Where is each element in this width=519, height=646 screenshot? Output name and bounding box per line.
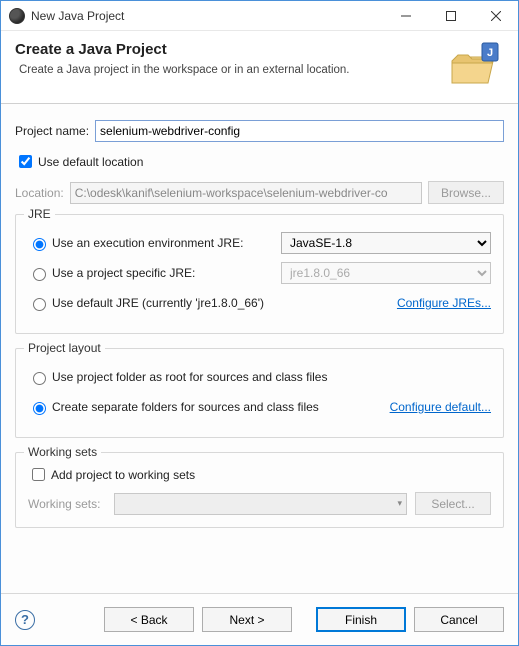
use-default-location-row: Use default location [15, 152, 504, 171]
minimize-button[interactable] [383, 1, 428, 30]
add-to-working-sets-checkbox[interactable] [32, 468, 45, 481]
browse-button: Browse... [428, 181, 504, 204]
jre-specific-label: Use a project specific JRE: [52, 266, 195, 280]
use-default-location-checkbox[interactable] [19, 155, 32, 168]
working-sets-group: Working sets Add project to working sets… [15, 452, 504, 528]
layout-separate-radio[interactable] [33, 402, 46, 415]
working-sets-label: Working sets: [28, 497, 100, 511]
dialog-window: New Java Project Create a Java Project C… [0, 0, 519, 646]
jre-default-label: Use default JRE (currently 'jre1.8.0_66'… [52, 296, 264, 310]
project-name-input[interactable] [95, 120, 504, 142]
location-label: Location: [15, 186, 64, 200]
jre-specific-select: jre1.8.0_66 [281, 262, 491, 284]
titlebar: New Java Project [1, 1, 518, 31]
finish-button[interactable]: Finish [316, 607, 406, 632]
working-sets-select-button: Select... [415, 492, 491, 515]
layout-root-radio[interactable] [33, 372, 46, 385]
jre-specific-radio[interactable] [33, 268, 46, 281]
window-title: New Java Project [31, 9, 383, 23]
jre-group-title: JRE [24, 207, 55, 221]
eclipse-icon [9, 8, 25, 24]
page-description: Create a Java project in the workspace o… [15, 64, 440, 76]
button-bar: ? < Back Next > Finish Cancel [1, 593, 518, 645]
project-name-row: Project name: [15, 120, 504, 142]
location-input [70, 182, 422, 204]
project-layout-title: Project layout [24, 341, 105, 355]
cancel-button[interactable]: Cancel [414, 607, 504, 632]
configure-default-link[interactable]: Configure default... [390, 400, 491, 414]
project-name-label: Project name: [15, 124, 89, 138]
jre-exec-env-select[interactable]: JavaSE-1.8 [281, 232, 491, 254]
jre-exec-env-radio[interactable] [33, 238, 46, 251]
layout-separate-label: Create separate folders for sources and … [52, 400, 319, 414]
back-button[interactable]: < Back [104, 607, 194, 632]
form-area: Project name: Use default location Locat… [1, 104, 518, 593]
use-default-location-label: Use default location [38, 155, 143, 169]
help-icon[interactable]: ? [15, 610, 35, 630]
add-to-working-sets-label: Add project to working sets [51, 468, 195, 482]
svg-text:J: J [487, 47, 493, 59]
wizard-banner: Create a Java Project Create a Java proj… [1, 31, 518, 104]
chevron-down-icon: ▾ [397, 498, 402, 509]
close-button[interactable] [473, 1, 518, 30]
configure-jres-link[interactable]: Configure JREs... [397, 296, 491, 310]
maximize-button[interactable] [428, 1, 473, 30]
next-button[interactable]: Next > [202, 607, 292, 632]
jre-group: JRE Use an execution environment JRE: Ja… [15, 214, 504, 334]
jre-default-radio[interactable] [33, 298, 46, 311]
project-layout-group: Project layout Use project folder as roo… [15, 348, 504, 438]
location-row: Location: Browse... [15, 181, 504, 204]
window-controls [383, 1, 518, 30]
page-title: Create a Java Project [15, 41, 440, 58]
layout-root-label: Use project folder as root for sources a… [52, 370, 327, 384]
working-sets-title: Working sets [24, 445, 101, 459]
working-sets-combo: ▾ [114, 493, 407, 515]
jre-exec-env-label: Use an execution environment JRE: [52, 236, 243, 250]
java-project-icon: J [448, 41, 504, 89]
